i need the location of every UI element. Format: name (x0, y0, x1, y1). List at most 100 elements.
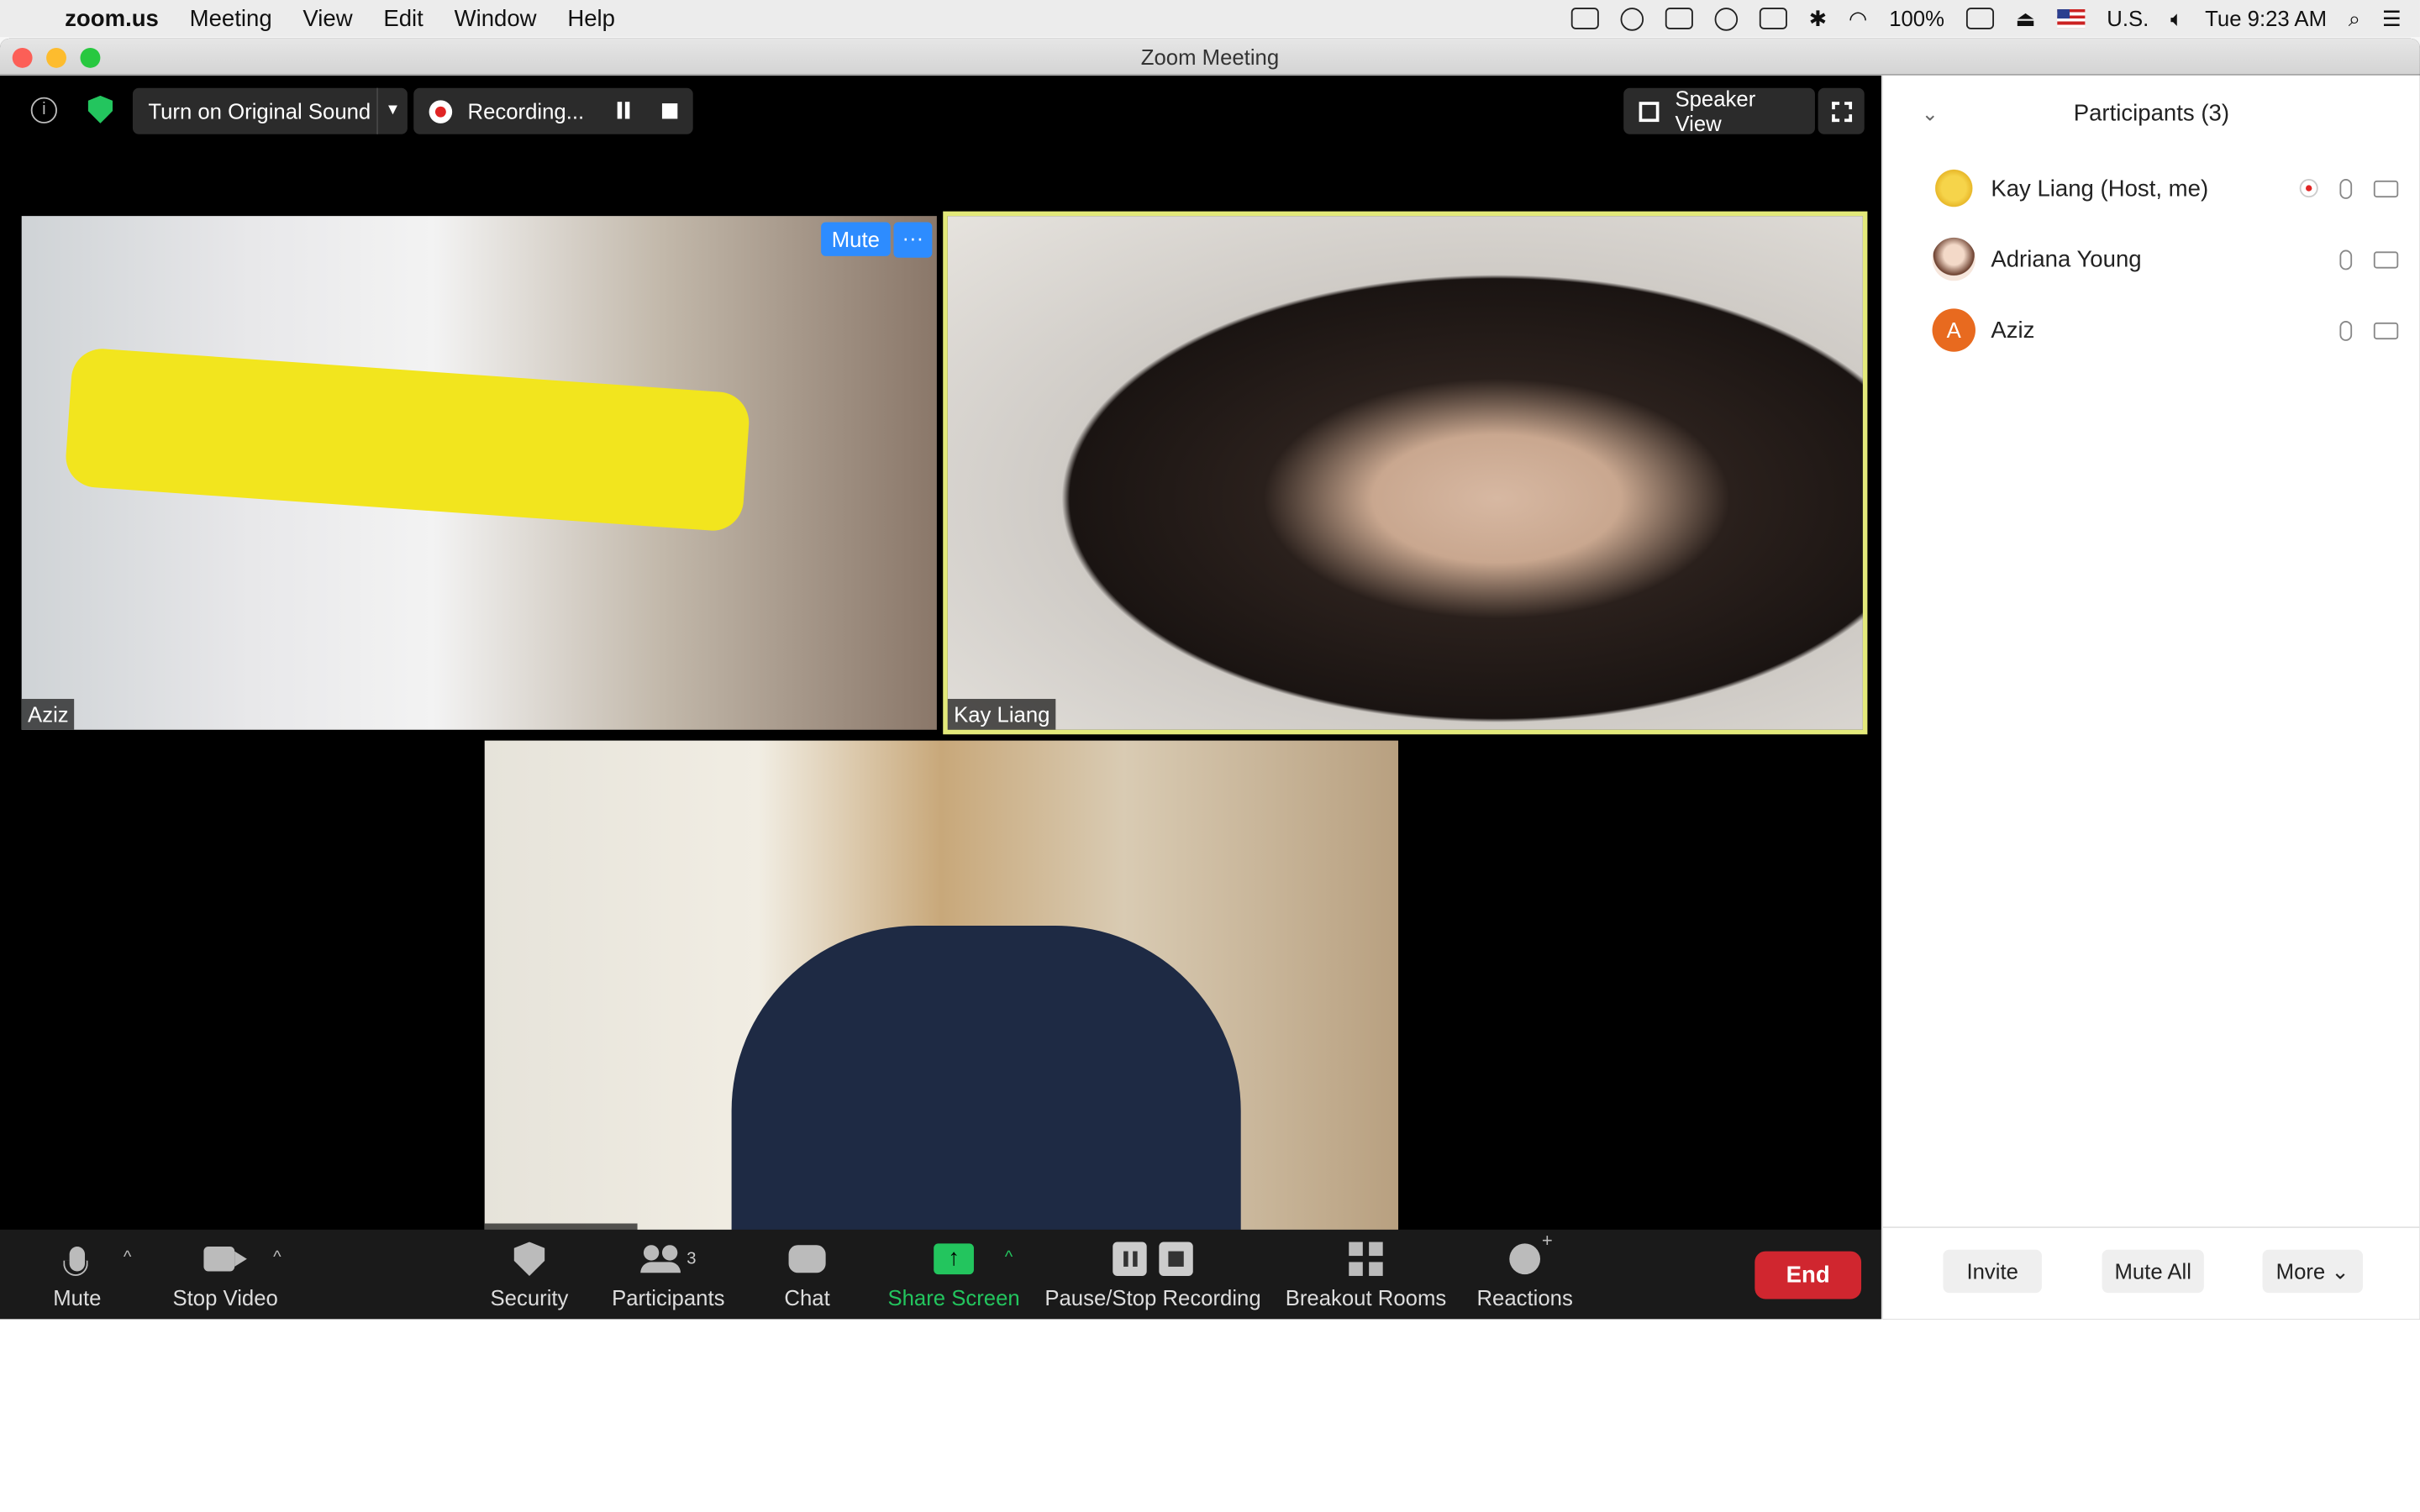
speaker-view-button[interactable]: Speaker View (1623, 87, 1815, 136)
video-tile-kay-liang[interactable]: Kay Liang (943, 211, 1868, 735)
chevron-down-icon[interactable]: ▼ (376, 87, 408, 134)
invite-button[interactable]: Invite (1943, 1249, 2042, 1294)
participant-name: Aziz (1991, 317, 2035, 344)
battery-icon[interactable] (1965, 8, 1994, 29)
reactions-button[interactable]: Reactions (1474, 1230, 1576, 1320)
pause-stop-recording-button[interactable]: Pause/Stop Recording (1044, 1230, 1263, 1320)
security-shield-icon (513, 1242, 545, 1276)
video-camera-icon[interactable] (2373, 179, 2399, 197)
participants-panel: ⌄ Participants (3) Kay Liang (Host, me) … (1881, 75, 2420, 1320)
timemachine-icon[interactable] (1760, 8, 1788, 29)
menu-view[interactable]: View (302, 5, 352, 31)
smiley-icon (1509, 1230, 1553, 1275)
mute-participant-button[interactable]: Mute (820, 222, 891, 256)
pause-recording-icon[interactable] (617, 102, 623, 119)
video-content (731, 926, 1241, 1255)
security-button[interactable]: Security (478, 1230, 580, 1320)
stop-recording-icon[interactable] (661, 103, 678, 119)
encryption-shield-icon[interactable] (87, 95, 113, 123)
participants-label: Participants (612, 1284, 725, 1310)
microphone-icon[interactable] (2339, 178, 2353, 199)
more-options-button[interactable]: ··· (893, 222, 933, 258)
participant-name: Kay Liang (Host, me) (1991, 175, 2209, 202)
clock[interactable]: Tue 9:23 AM (2205, 6, 2327, 30)
stop-icon (1159, 1242, 1193, 1276)
chat-button[interactable]: Chat (771, 1230, 842, 1320)
mac-menubar: zoom.us Meeting View Edit Window Help ✱ … (0, 0, 2420, 38)
creative-cloud-icon[interactable] (1620, 7, 1644, 30)
original-sound-label: Turn on Original Sound (148, 98, 371, 123)
input-source[interactable]: U.S. (2107, 6, 2149, 30)
meeting-toolbar: Mute ^ Stop Video ^ Security 3 Participa… (0, 1230, 1881, 1320)
breakout-rooms-button[interactable]: Breakout Rooms (1284, 1230, 1448, 1320)
share-screen-label: Share Screen (887, 1284, 1020, 1310)
sync-icon[interactable] (1714, 7, 1739, 30)
camera-icon (203, 1247, 247, 1272)
eject-icon[interactable]: ⏏ (2015, 5, 2035, 31)
video-camera-icon[interactable] (2373, 321, 2399, 339)
info-icon[interactable]: i (30, 97, 57, 123)
participants-panel-header: ⌄ Participants (3) (1883, 76, 2420, 153)
participant-row[interactable]: Kay Liang (Host, me) (1883, 153, 2420, 223)
star-avatar (1932, 166, 1975, 210)
participant-name-label: Aziz (21, 699, 75, 730)
participants-panel-title: Participants (3) (2073, 100, 2229, 127)
security-label: Security (490, 1284, 569, 1310)
participant-name-label: Kay Liang (947, 699, 1056, 730)
grid-view-icon (1639, 101, 1660, 122)
microphone-icon[interactable] (2339, 249, 2353, 270)
zoom-status-icon[interactable] (1570, 8, 1599, 29)
window-titlebar: Zoom Meeting (0, 38, 2420, 76)
stop-video-button[interactable]: Stop Video (164, 1230, 287, 1320)
chat-label: Chat (784, 1284, 830, 1310)
minimize-window-button[interactable] (46, 47, 66, 68)
participant-name: Adriana Young (1991, 245, 2142, 273)
participants-button[interactable]: 3 Participants (608, 1230, 729, 1320)
screen-mirror-icon[interactable] (1665, 8, 1694, 29)
video-area: i Turn on Original Sound ▼ Recording... … (0, 75, 1881, 1255)
pause-icon (1113, 1242, 1147, 1276)
close-window-button[interactable] (12, 47, 33, 68)
battery-percent[interactable]: 100% (1889, 6, 1944, 30)
participant-row[interactable]: Adriana Young (1883, 223, 2420, 294)
microphone-icon[interactable] (2339, 320, 2353, 340)
share-options-caret-icon[interactable]: ^ (1005, 1248, 1013, 1267)
participant-row[interactable]: A Aziz (1883, 295, 2420, 365)
participants-icon (640, 1245, 681, 1273)
video-tile-adriana-young[interactable]: Adriana Young (484, 740, 1399, 1255)
zoom-window: Zoom Meeting i Turn on Original Sound ▼ … (0, 38, 2420, 1320)
chevron-down-icon: ⌄ (2331, 1258, 2349, 1284)
stop-video-label: Stop Video (172, 1284, 278, 1310)
mute-label: Mute (53, 1284, 102, 1310)
wifi-icon[interactable]: ◠ (1849, 5, 1867, 31)
zoom-window-button[interactable] (80, 47, 101, 68)
chevron-down-icon[interactable]: ⌄ (1922, 76, 1939, 153)
audio-options-caret-icon[interactable]: ^ (124, 1248, 131, 1267)
breakout-rooms-label: Breakout Rooms (1285, 1284, 1447, 1310)
share-screen-button[interactable]: ↑ Share Screen (886, 1230, 1022, 1320)
video-camera-icon[interactable] (2373, 250, 2399, 268)
menu-app[interactable]: zoom.us (65, 5, 159, 31)
menu-window[interactable]: Window (455, 5, 537, 31)
flag-icon[interactable] (2057, 9, 2086, 29)
recording-indicator: Recording... (413, 87, 693, 134)
mute-all-button[interactable]: Mute All (2102, 1249, 2204, 1294)
notification-center-icon[interactable]: ☰ (2382, 5, 2402, 31)
volume-icon[interactable]: 🔈︎ (2170, 5, 2183, 31)
menu-meeting[interactable]: Meeting (190, 5, 272, 31)
recording-label: Recording... (467, 98, 585, 123)
original-sound-button[interactable]: Turn on Original Sound ▼ (132, 87, 408, 134)
video-tile-aziz[interactable]: Mute ··· Aziz (21, 216, 937, 730)
end-meeting-button[interactable]: End (1754, 1251, 1862, 1299)
spotlight-icon[interactable]: ⌕ (2349, 5, 2360, 31)
menu-help[interactable]: Help (567, 5, 615, 31)
more-button[interactable]: More ⌄ (2262, 1249, 2363, 1294)
pause-stop-recording-label: Pause/Stop Recording (1044, 1284, 1261, 1310)
bluetooth-icon[interactable]: ✱ (1809, 5, 1828, 31)
video-options-caret-icon[interactable]: ^ (273, 1248, 281, 1267)
window-title: Zoom Meeting (1140, 45, 1280, 70)
chat-bubble-icon (788, 1245, 826, 1273)
mute-button[interactable]: Mute (43, 1230, 111, 1320)
fullscreen-button[interactable] (1818, 87, 1865, 134)
menu-edit[interactable]: Edit (383, 5, 423, 31)
